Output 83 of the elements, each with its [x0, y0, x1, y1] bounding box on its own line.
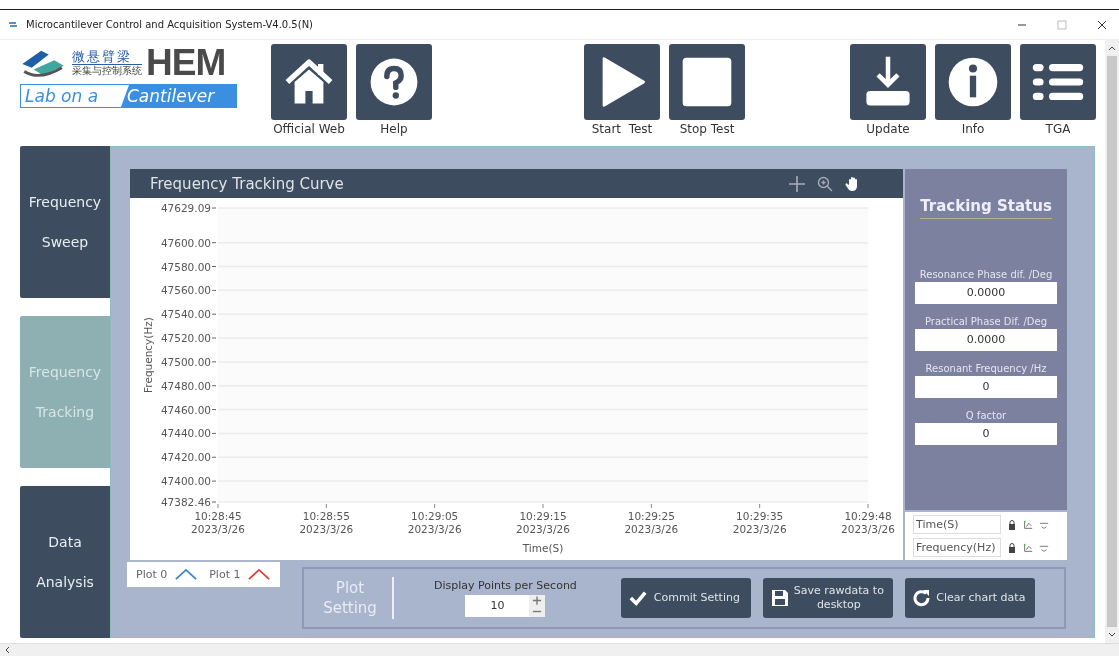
lock-icon[interactable]	[1007, 542, 1017, 553]
status-value-field: 0.0000	[915, 282, 1057, 304]
toolbar-button[interactable]	[850, 44, 926, 120]
y-tick-label: 47520.00	[160, 332, 211, 345]
x-axis-title: Time(S)	[522, 542, 564, 554]
toolbar-button-label: Update	[866, 122, 910, 136]
axis-scale-icon[interactable]	[1023, 542, 1033, 553]
y-tick-label: 47560.00	[160, 284, 211, 297]
status-title: Tracking Status	[920, 197, 1052, 219]
y-tick-label: 47600.00	[160, 236, 211, 249]
x-tick-label: 10:29:48 2023/3/26	[841, 510, 895, 535]
y-axis-title: Frequency(Hz)	[142, 317, 154, 393]
y-tick-label: 47382.46	[160, 496, 211, 508]
action-button[interactable]: Clear chart data	[904, 578, 1035, 618]
toolbar-button[interactable]	[584, 44, 660, 120]
toolbar-button[interactable]	[356, 44, 432, 120]
check-icon	[628, 589, 647, 607]
nav-tab[interactable]: Frequency Sweep	[20, 146, 110, 298]
y-tick-label: 47480.00	[160, 379, 211, 392]
toolbar-button[interactable]	[669, 44, 745, 120]
legend-label: Plot 0	[136, 568, 168, 581]
logo-tagline-right: Cantilever	[121, 85, 236, 107]
points-label: Display Points per Second	[434, 579, 577, 592]
axis-name-field[interactable]: Frequency(Hz)	[913, 538, 1001, 557]
status-value-field: 0.0000	[915, 329, 1057, 351]
toolbar-button-label: Official Web	[273, 122, 345, 136]
y-tick-label: 47400.00	[160, 475, 211, 488]
y-tick-label: 47420.00	[160, 451, 211, 464]
vertical-scrollbar[interactable]	[1105, 40, 1119, 643]
plot-setting-label: Plot Setting	[322, 578, 378, 618]
axis-name-field[interactable]: Time(S)	[913, 515, 1001, 534]
toolbar-button-label: Stop Test	[679, 122, 735, 136]
x-tick-label: 10:28:55 2023/3/26	[299, 510, 354, 535]
legend-label: Plot 1	[209, 568, 241, 581]
crosshair-icon[interactable]	[789, 175, 805, 192]
zoom-icon[interactable]	[817, 175, 833, 192]
logo-brand: HEM	[146, 45, 226, 81]
y-tick-label: 47460.00	[160, 403, 211, 416]
close-icon[interactable]	[1097, 19, 1107, 30]
toolbar-button-label: Help	[380, 122, 408, 136]
x-tick-label: 10:28:45 2023/3/26	[191, 510, 245, 535]
scroll-left-icon[interactable]	[3, 645, 11, 655]
status-label: Practical Phase Dif. /Deg	[924, 316, 1048, 327]
y-tick-label: 47540.00	[160, 308, 211, 321]
legend-line-icon[interactable]	[248, 568, 271, 581]
y-tick-label: 47500.00	[160, 355, 211, 368]
status-value-field: 0	[915, 423, 1057, 445]
refresh-icon	[912, 589, 931, 607]
action-button[interactable]: Commit Setting	[620, 578, 751, 618]
toolbar-button-label: TGA	[1045, 122, 1071, 136]
stop-icon	[680, 55, 734, 109]
info-icon	[946, 55, 1000, 109]
toolbar-button[interactable]	[1020, 44, 1096, 120]
status-label: Resonance Phase dif. /Deg	[919, 269, 1053, 280]
status-label: Q factor	[965, 410, 1007, 421]
logo-tagline-left: Lab on a	[24, 85, 100, 107]
action-button[interactable]: Save rawdata to desktop	[762, 578, 893, 618]
points-spinbox[interactable]: 10	[465, 595, 546, 617]
y-tick-label: 47629.09	[160, 202, 211, 214]
toolbar-button[interactable]	[271, 44, 347, 120]
axis-scale-icon[interactable]	[1023, 519, 1033, 530]
status-value-field: 0	[915, 376, 1057, 398]
x-tick-label: 10:29:15 2023/3/26	[516, 510, 570, 535]
toolbar-button-label: Start Test	[591, 122, 653, 136]
x-tick-label: 10:29:05 2023/3/26	[407, 510, 462, 535]
status-label: Resonant Frequency /Hz	[925, 363, 1047, 374]
x-tick-label: 10:29:25 2023/3/26	[624, 510, 679, 535]
window-title: Microcantilever Control and Acquisition System-V4.0.5(N)	[26, 19, 314, 30]
scroll-down-icon[interactable]	[1107, 631, 1117, 639]
scroll-up-icon[interactable]	[1107, 44, 1117, 52]
x-tick-label: 10:29:35 2023/3/26	[732, 510, 787, 535]
chart-title: Frequency Tracking Curve	[150, 174, 344, 193]
logo-chinese-name: 微悬臂梁	[72, 49, 142, 65]
y-tick-label: 47580.00	[160, 260, 211, 273]
horizontal-scrollbar[interactable]	[0, 643, 1119, 656]
lock-icon[interactable]	[1007, 519, 1017, 530]
logo-chinese-subtitle: 采集与控制系统	[72, 65, 142, 77]
toolbar-button-label: Info	[961, 122, 985, 136]
legend-line-icon[interactable]	[175, 568, 198, 581]
nav-tab[interactable]: Data Analysis	[20, 486, 110, 638]
app-icon	[8, 20, 18, 29]
toolbar-button[interactable]	[935, 44, 1011, 120]
y-tick-label: 47440.00	[160, 427, 211, 440]
